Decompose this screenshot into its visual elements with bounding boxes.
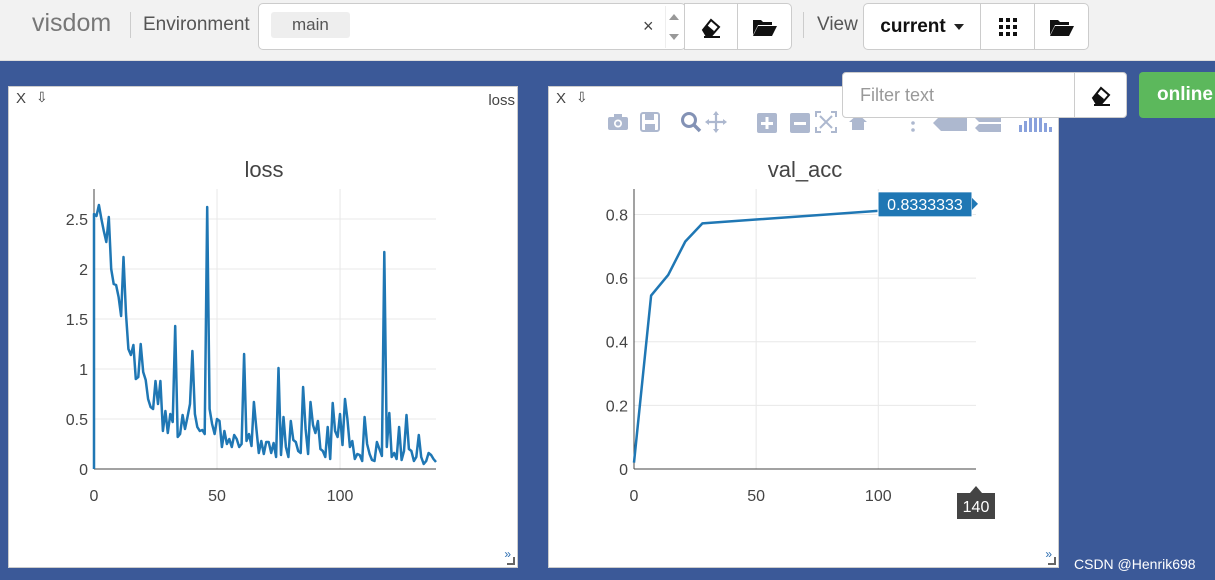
download-icon[interactable]: ⇩	[576, 89, 588, 106]
y-tick-label: 0.6	[606, 271, 628, 288]
chevron-up-icon[interactable]	[669, 14, 679, 20]
y-tick-label: 2.5	[66, 212, 88, 229]
y-tick-label: 0	[619, 462, 628, 479]
x-tick-label: 100	[865, 488, 892, 505]
y-tick-label: 0.2	[606, 398, 628, 415]
close-pane-button[interactable]: X	[16, 90, 26, 107]
hover-y-value: 0.8333333	[887, 197, 963, 214]
x-tick-label: 50	[747, 488, 765, 505]
zoom-in-icon[interactable]	[757, 113, 777, 133]
autoscale-icon[interactable]	[815, 111, 837, 133]
online-status-button[interactable]: online	[1139, 72, 1215, 118]
plot-pane-loss[interactable]: X ⇩ loss loss 0 0.5 1 1.5 2 2.5 0 50 100 »	[8, 86, 518, 568]
download-icon[interactable]: ⇩	[36, 89, 48, 106]
series-line	[632, 202, 977, 463]
brand-logo[interactable]: visdom	[32, 9, 111, 38]
zoom-icon[interactable]	[680, 111, 702, 133]
divider	[803, 12, 804, 38]
manage-views-button[interactable]	[1034, 3, 1089, 50]
environment-select[interactable]: main ×	[258, 3, 686, 50]
filter-group	[842, 72, 1127, 118]
y-tick-label: 2	[79, 262, 88, 279]
camera-icon[interactable]	[607, 113, 629, 131]
environment-spinner[interactable]	[665, 6, 682, 48]
folder-open-icon	[752, 19, 777, 36]
eraser-icon	[1091, 86, 1111, 106]
folder-open-icon	[1049, 19, 1074, 36]
resize-corner[interactable]	[1048, 557, 1056, 565]
view-selected-label: current	[880, 15, 946, 37]
hover-tooltip-arrow	[972, 197, 978, 210]
chevron-down-icon[interactable]	[669, 34, 679, 40]
watermark: CSDN @Henrik698	[1074, 556, 1196, 572]
close-pane-button[interactable]: X	[556, 90, 566, 107]
environment-label: Environment	[143, 14, 250, 35]
y-tick-label: 1.5	[66, 312, 88, 329]
y-tick-label: 0.5	[66, 412, 88, 429]
hover-tooltip: 0.8333333	[877, 191, 978, 218]
clear-filter-button[interactable]	[1074, 73, 1127, 117]
save-icon[interactable]	[640, 112, 660, 132]
val-acc-chart[interactable]: val_acc 0 0.2 0.4 0.6 0.8 0 50 100 0.8333333 140	[549, 117, 1058, 557]
pan-icon[interactable]	[705, 111, 727, 133]
series-line	[92, 203, 437, 469]
eraser-icon	[701, 18, 721, 38]
divider	[130, 12, 131, 38]
x-tick-label: 100	[327, 488, 354, 505]
resize-corner[interactable]	[507, 557, 515, 565]
loss-chart[interactable]: loss 0 0.5 1 1.5 2 2.5 0 50 100	[9, 117, 517, 557]
environment-tag[interactable]: main	[271, 12, 350, 38]
y-tick-label: 0.8	[606, 207, 628, 224]
x-tick-label: 0	[630, 488, 639, 505]
y-tick-label: 0	[79, 462, 88, 479]
x-tick-label: 0	[90, 488, 99, 505]
hover-x-label: 140	[957, 486, 995, 519]
pane-title: loss	[488, 92, 515, 109]
repack-button[interactable]	[980, 3, 1035, 50]
chart-title: loss	[244, 157, 283, 182]
chart-title: val_acc	[768, 157, 843, 182]
plot-pane-val-acc[interactable]: X ⇩ val_acc 0 0.2 0.4 0.6 0.8 0 50 100 0.8333333 1…	[548, 86, 1059, 568]
view-label: View	[817, 14, 858, 35]
grid-icon	[998, 17, 1017, 36]
hover-x-arrow	[970, 486, 982, 493]
filter-input[interactable]	[844, 74, 1072, 116]
caret-down-icon	[953, 23, 964, 30]
hover-x-value: 140	[963, 499, 990, 516]
y-tick-label: 1	[79, 362, 88, 379]
zoom-out-icon[interactable]	[790, 113, 810, 133]
top-navbar: visdom Environment main × View current	[0, 0, 1215, 61]
clear-env-button[interactable]	[684, 3, 738, 50]
view-select-button[interactable]: current	[863, 3, 981, 50]
clear-environment-icon[interactable]: ×	[643, 16, 654, 37]
manage-env-button[interactable]	[737, 3, 792, 50]
x-tick-label: 50	[208, 488, 226, 505]
y-tick-label: 0.4	[606, 335, 628, 352]
